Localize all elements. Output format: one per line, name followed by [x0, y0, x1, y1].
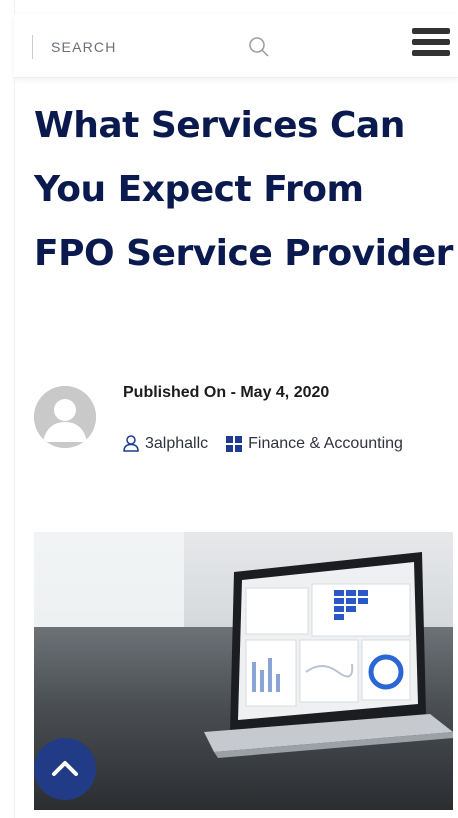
user-icon — [123, 435, 139, 453]
author-link[interactable]: 3alphallc — [145, 435, 208, 452]
article-meta: 3alphallc Finance & Accounting — [123, 428, 443, 459]
hamburger-menu-icon[interactable] — [412, 28, 450, 62]
back-to-top-button[interactable] — [34, 738, 96, 800]
page: What Services Can You Expect From FPO Se… — [0, 0, 458, 818]
article-title: What Services Can You Expect From FPO Se… — [34, 105, 453, 274]
search-icon[interactable] — [248, 36, 270, 58]
hero-image — [34, 532, 453, 810]
category-grid-icon — [226, 435, 243, 452]
search-divider — [32, 35, 33, 59]
category-link[interactable]: Finance & Accounting — [248, 435, 403, 452]
avatar-placeholder-icon — [34, 386, 96, 448]
divider — [14, 0, 15, 818]
search-bar — [32, 32, 269, 62]
laptop-dashboard-image — [34, 532, 453, 810]
search-input[interactable] — [51, 39, 211, 55]
published-date: Published On - May 4, 2020 — [123, 384, 330, 401]
author-avatar[interactable] — [34, 386, 96, 448]
chevron-up-icon — [52, 761, 78, 776]
site-header — [14, 14, 458, 78]
